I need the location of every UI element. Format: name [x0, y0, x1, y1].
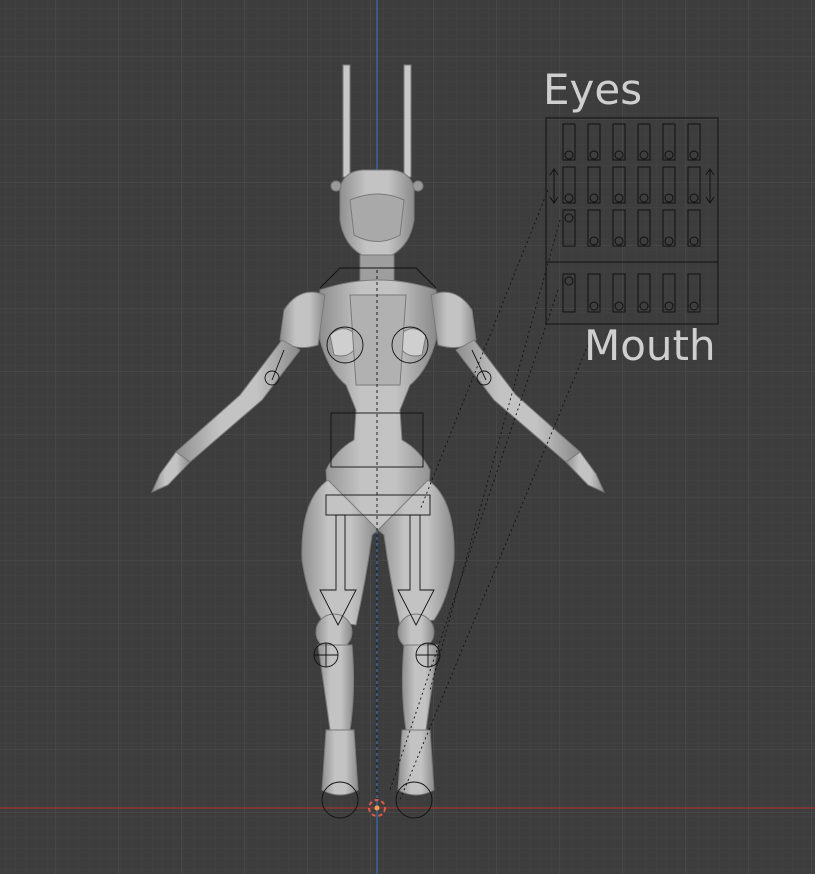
eyes-label: Eyes	[543, 65, 642, 114]
mouth-label: Mouth	[584, 321, 716, 370]
viewport-canvas[interactable]: Eyes Mouth	[0, 0, 815, 874]
3d-viewport[interactable]: Eyes Mouth	[0, 0, 815, 874]
